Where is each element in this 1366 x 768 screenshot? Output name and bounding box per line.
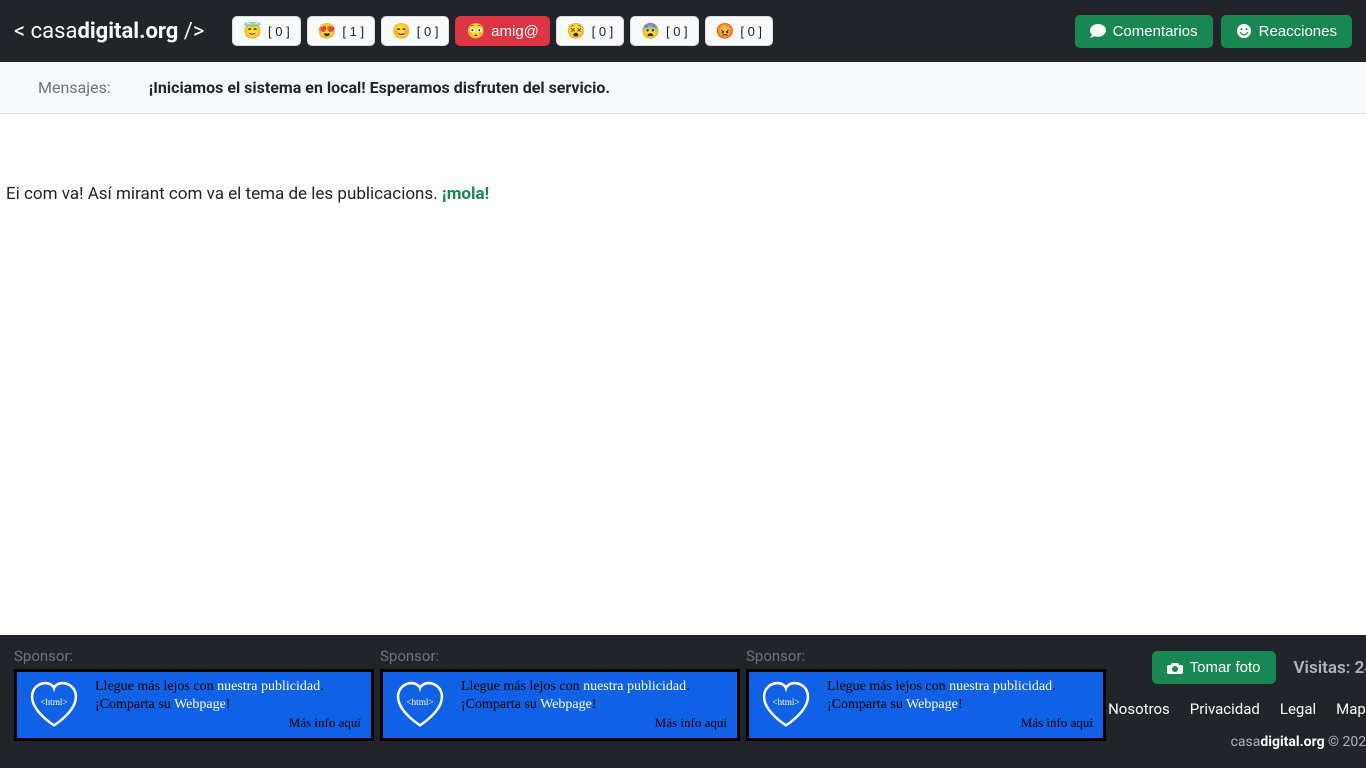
reactions-row: 😇 [ 0 ] 😍 [ 1 ] 😊 [ 0 ] 😳 amig@ 😵 [ 0 ] 😨 [ 0 ] 😡 [ 0… [232,16,773,46]
reaction-emoji-icon: 😊 [392,22,411,40]
reaction-count: [ 0 ] [417,24,439,39]
reaction-emoji-icon: 😍 [318,22,337,40]
reaction-count: [ 1 ] [342,24,364,39]
brand-bold: digital.org [77,19,178,44]
sponsor-column: Sponsor: <html> Llegue más lejos con nuest… [14,647,374,750]
copyright: casadigital.org © 2023 [1231,734,1366,750]
reaction-button-5[interactable]: 😨 [ 0 ] [630,16,698,46]
take-photo-button[interactable]: Tomar foto [1152,651,1276,684]
camera-icon [1167,660,1183,676]
brand-suffix: /> [178,19,204,44]
reaction-button-1[interactable]: 😍 [ 1 ] [307,16,375,46]
sponsor-label: Sponsor: [14,647,374,665]
post-text: Ei com va! Así mirant com va el tema de … [6,184,442,204]
brand-thin: casa [31,19,78,44]
svg-text:<html>: <html> [40,698,67,708]
reaction-button-6[interactable]: 😡 [ 0 ] [705,16,773,46]
reaction-button-2[interactable]: 😊 [ 0 ] [381,16,449,46]
visits-count: 24 [1355,658,1366,678]
reaction-emoji-icon: 😵 [567,22,586,40]
reaction-button-0[interactable]: 😇 [ 0 ] [232,16,300,46]
reaction-count: [ 0 ] [666,24,688,39]
sponsor-label: Sponsor: [380,647,740,665]
sponsor-banner[interactable]: <html> Llegue más lejos con nuestra publi… [746,669,1106,741]
post-body: Ei com va! Así mirant com va el tema de … [0,114,1366,635]
reaction-emoji-icon: 😡 [716,22,735,40]
sponsor-column: Sponsor: <html> Llegue más lejos con nuest… [746,647,1106,750]
footer-actions: Tomar foto Visitas: 24 [1152,651,1366,684]
reaction-count: [ 0 ] [740,24,762,39]
comments-button[interactable]: Comentarios [1075,15,1213,48]
heart-html-icon: <html> [27,678,81,732]
reaction-count: [ 0 ] [592,24,614,39]
visits-label: Visitas: [1294,658,1355,678]
reaction-label: amig@ [491,23,539,40]
footer-link-about[interactable]: Nosotros [1108,700,1170,718]
sponsor-label: Sponsor: [746,647,1106,665]
reaction-emoji-icon: 😳 [466,22,485,40]
sponsor-column: Sponsor: <html> Llegue más lejos con nuest… [380,647,740,750]
messages-label: Mensajes: [38,78,111,97]
heart-html-icon: <html> [393,678,447,732]
footer-link-privacy[interactable]: Privacidad [1190,700,1260,718]
messages-bar: Mensajes: ¡Iniciamos el sistema en local… [0,62,1366,114]
reaction-button-4[interactable]: 😵 [ 0 ] [556,16,624,46]
sponsor-text: Llegue más lejos con nuestra publicidad.… [95,678,361,731]
footer-link-legal[interactable]: Legal [1280,700,1316,718]
copy-year: © 2023 [1325,734,1366,750]
svg-text:<html>: <html> [406,698,433,708]
chat-icon [1090,23,1106,39]
reactions-label: Reacciones [1259,23,1337,40]
messages-text: ¡Iniciamos el sistema en local! Esperamo… [149,78,610,97]
sponsor-text: Llegue más lejos con nuestra publicidad.… [461,678,727,731]
visits-counter: Visitas: 24 [1294,658,1366,678]
reactions-button[interactable]: Reacciones [1221,15,1352,48]
footer: Sponsor: <html> Llegue más lejos con nuest… [0,635,1366,768]
post-highlight: ¡mola! [442,184,489,204]
footer-right: Tomar foto Visitas: 24 Nosotros Privacid… [1124,647,1366,750]
brand-prefix: < [14,19,31,44]
take-photo-label: Tomar foto [1190,659,1261,676]
footer-links: Nosotros Privacidad Legal Mapa [1108,700,1366,718]
sponsor-text: Llegue más lejos con nuestra publicidad.… [827,678,1093,731]
top-nav: < casadigital.org /> 😇 [ 0 ] 😍 [ 1 ] 😊 [ 0 ] 😳… [0,0,1366,62]
comments-label: Comentarios [1113,23,1198,40]
footer-link-map[interactable]: Mapa [1336,700,1366,718]
sponsor-banner[interactable]: <html> Llegue más lejos con nuestra publi… [380,669,740,741]
reaction-emoji-icon: 😇 [243,22,262,40]
sponsors-row: Sponsor: <html> Llegue más lejos con nuest… [14,647,1106,750]
smile-icon [1236,23,1252,39]
brand-logo[interactable]: < casadigital.org /> [14,19,204,44]
svg-text:<html>: <html> [772,698,799,708]
copy-thin: casa [1231,734,1261,750]
reaction-count: [ 0 ] [268,24,290,39]
heart-html-icon: <html> [759,678,813,732]
reaction-button-3[interactable]: 😳 amig@ [455,16,549,46]
sponsor-banner[interactable]: <html> Llegue más lejos con nuestra publi… [14,669,374,741]
reaction-emoji-icon: 😨 [641,22,660,40]
copy-bold: digital.org [1260,734,1324,750]
